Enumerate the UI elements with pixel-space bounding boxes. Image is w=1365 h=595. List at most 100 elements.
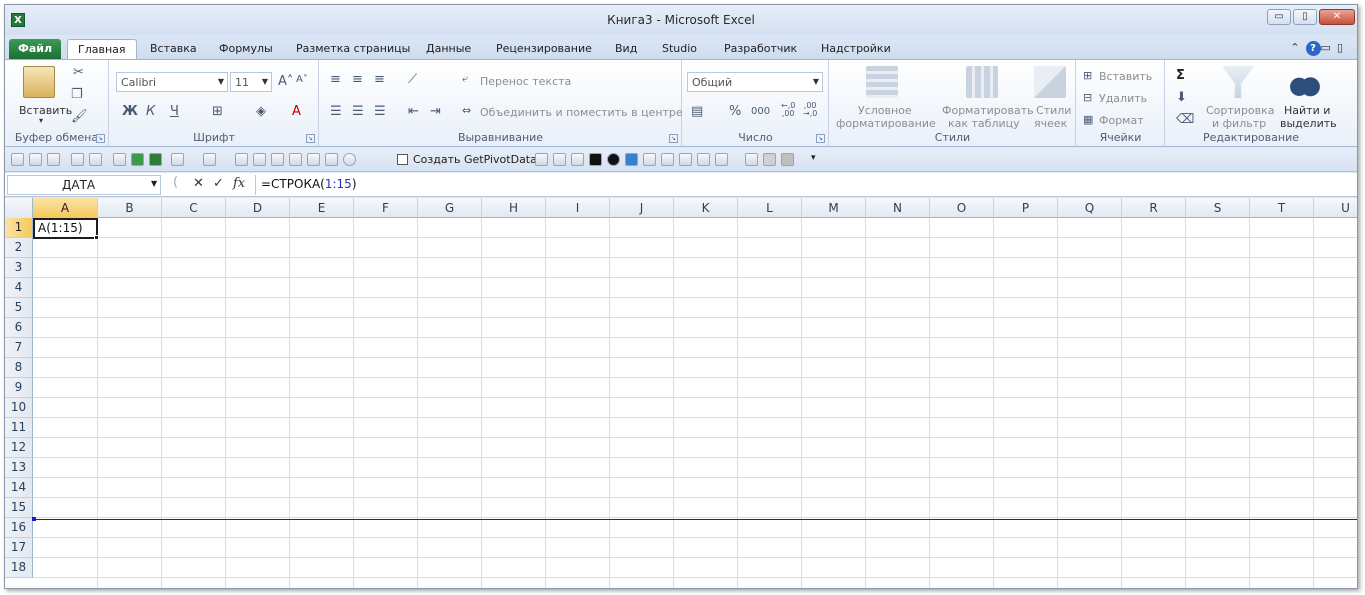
qat-icon-21[interactable] — [679, 153, 692, 166]
row-header-17[interactable]: 17 — [5, 538, 33, 558]
tab-data[interactable]: Данные — [416, 39, 481, 59]
column-header-o[interactable]: O — [930, 198, 994, 218]
column-header-t[interactable]: T — [1250, 198, 1314, 218]
tab-home[interactable]: Главная — [67, 39, 137, 59]
font-name-combo[interactable]: Calibri ▼ — [116, 72, 228, 92]
qat-icon-9[interactable] — [289, 153, 302, 166]
chevron-down-icon[interactable]: ▼ — [151, 179, 157, 188]
column-header-j[interactable]: J — [610, 198, 674, 218]
column-header-k[interactable]: K — [674, 198, 738, 218]
column-header-n[interactable]: N — [866, 198, 930, 218]
qat-icon-23[interactable] — [715, 153, 728, 166]
row-header-6[interactable]: 6 — [5, 318, 33, 338]
range-outline-handle[interactable] — [32, 517, 36, 521]
qat-icon-20[interactable] — [661, 153, 674, 166]
align-center-icon[interactable]: ☰ — [352, 104, 364, 119]
row-header-3[interactable]: 3 — [5, 258, 33, 278]
row-header-1[interactable]: 1 — [5, 218, 33, 238]
number-format-combo[interactable]: Общий ▼ — [687, 72, 823, 92]
ribbon-minimize-icon[interactable]: ▭ — [1321, 41, 1337, 54]
column-header-m[interactable]: M — [802, 198, 866, 218]
tab-addins[interactable]: Надстройки — [811, 39, 901, 59]
number-launcher-icon[interactable]: ↘ — [816, 134, 825, 143]
row-header-13[interactable]: 13 — [5, 458, 33, 478]
column-header-p[interactable]: P — [994, 198, 1058, 218]
restore-button[interactable]: ▯ — [1293, 9, 1317, 25]
shrink-font-icon[interactable]: A˅ — [296, 74, 308, 85]
tab-formulas[interactable]: Формулы — [209, 39, 283, 59]
column-header-a[interactable]: A — [33, 198, 98, 218]
row-header-7[interactable]: 7 — [5, 338, 33, 358]
clear-icon[interactable]: ⌫ — [1176, 112, 1194, 127]
excel-export-icon[interactable] — [131, 153, 144, 166]
fill-handle[interactable] — [94, 235, 99, 240]
font-color-icon[interactable]: A — [292, 104, 301, 119]
qat-icon-7[interactable] — [253, 153, 266, 166]
row-header-14[interactable]: 14 — [5, 478, 33, 498]
tab-file[interactable]: Файл — [9, 39, 61, 59]
align-middle-icon[interactable]: ≡ — [352, 72, 363, 87]
worksheet-grid[interactable]: ABCDEFGHIJKLMNOPQRSTU 1 2 3 4 5 6 7 8 9 10 11 12 13 1… — [5, 198, 1357, 588]
row-header-5[interactable]: 5 — [5, 298, 33, 318]
qat-icon-2[interactable] — [29, 153, 42, 166]
column-header-i[interactable]: I — [546, 198, 610, 218]
ribbon-collapse-icon[interactable]: ⌃ — [1290, 41, 1305, 54]
align-bottom-icon[interactable]: ≡ — [374, 72, 385, 87]
qat-icon-22[interactable] — [697, 153, 710, 166]
thousands-button[interactable]: 000 — [751, 106, 770, 117]
qat-icon-16[interactable] — [589, 153, 602, 166]
italic-button[interactable]: К — [146, 104, 155, 119]
tab-insert[interactable]: Вставка — [140, 39, 207, 59]
new-file-icon[interactable] — [113, 153, 126, 166]
column-header-r[interactable]: R — [1122, 198, 1186, 218]
row-header-16[interactable]: 16 — [5, 518, 33, 538]
font-size-combo[interactable]: 11 ▼ — [230, 72, 272, 92]
column-header-c[interactable]: C — [162, 198, 226, 218]
column-header-q[interactable]: Q — [1058, 198, 1122, 218]
qat-icon-1[interactable] — [11, 153, 24, 166]
row-header-15[interactable]: 15 — [5, 498, 33, 518]
enter-icon[interactable]: ✓ — [213, 176, 224, 191]
close-button[interactable]: ✕ — [1319, 9, 1355, 25]
column-header-e[interactable]: E — [290, 198, 354, 218]
format-painter-icon[interactable]: 🖌 — [71, 109, 88, 124]
increase-indent-icon[interactable]: ⇥ — [430, 104, 441, 119]
qat-icon-14[interactable] — [553, 153, 566, 166]
orientation-icon[interactable]: ⟋ — [408, 72, 417, 87]
align-top-icon[interactable]: ≡ — [330, 72, 341, 87]
redo-icon[interactable] — [203, 153, 216, 166]
align-right-icon[interactable]: ☰ — [374, 104, 386, 119]
qat-icon-4[interactable] — [71, 153, 84, 166]
qat-icon-17[interactable] — [607, 153, 620, 166]
qat-icon-18[interactable] — [625, 153, 638, 166]
cancel-icon[interactable]: ✕ — [193, 176, 204, 191]
minimize-button[interactable]: ▭ — [1267, 9, 1291, 25]
copy-icon[interactable]: ❐ — [71, 87, 83, 102]
insert-function-icon[interactable]: fx — [233, 176, 245, 191]
qat-icon-5[interactable] — [89, 153, 102, 166]
formula-input[interactable]: =СТРОКА(1:15) — [255, 175, 1357, 195]
borders-icon[interactable]: ⊞ — [212, 104, 223, 119]
name-box[interactable]: ДАТА — [7, 175, 161, 195]
column-header-l[interactable]: L — [738, 198, 802, 218]
help-icon[interactable]: ? — [1305, 41, 1321, 56]
fill-color-icon[interactable]: ◈ — [256, 104, 266, 119]
undo-icon[interactable] — [171, 153, 184, 166]
row-header-10[interactable]: 10 — [5, 398, 33, 418]
column-header-s[interactable]: S — [1186, 198, 1250, 218]
qat-icon-26[interactable] — [781, 153, 794, 166]
excel-save-icon[interactable] — [149, 153, 162, 166]
column-header-g[interactable]: G — [418, 198, 482, 218]
qat-more-icon[interactable]: ▾ — [811, 153, 816, 163]
fill-icon[interactable]: ⬇ — [1176, 90, 1187, 105]
ribbon-restore-icon[interactable]: ▯ — [1337, 41, 1349, 54]
row-header-9[interactable]: 9 — [5, 378, 33, 398]
row-header-12[interactable]: 12 — [5, 438, 33, 458]
underline-button[interactable]: Ч — [170, 104, 179, 119]
qat-icon-24[interactable] — [745, 153, 758, 166]
getpivotdata-toggle[interactable]: Создать GetPivotData — [397, 153, 537, 166]
decrease-decimal-icon[interactable]: ,00 →,0 — [803, 102, 817, 118]
row-header-4[interactable]: 4 — [5, 278, 33, 298]
column-header-f[interactable]: F — [354, 198, 418, 218]
column-header-d[interactable]: D — [226, 198, 290, 218]
